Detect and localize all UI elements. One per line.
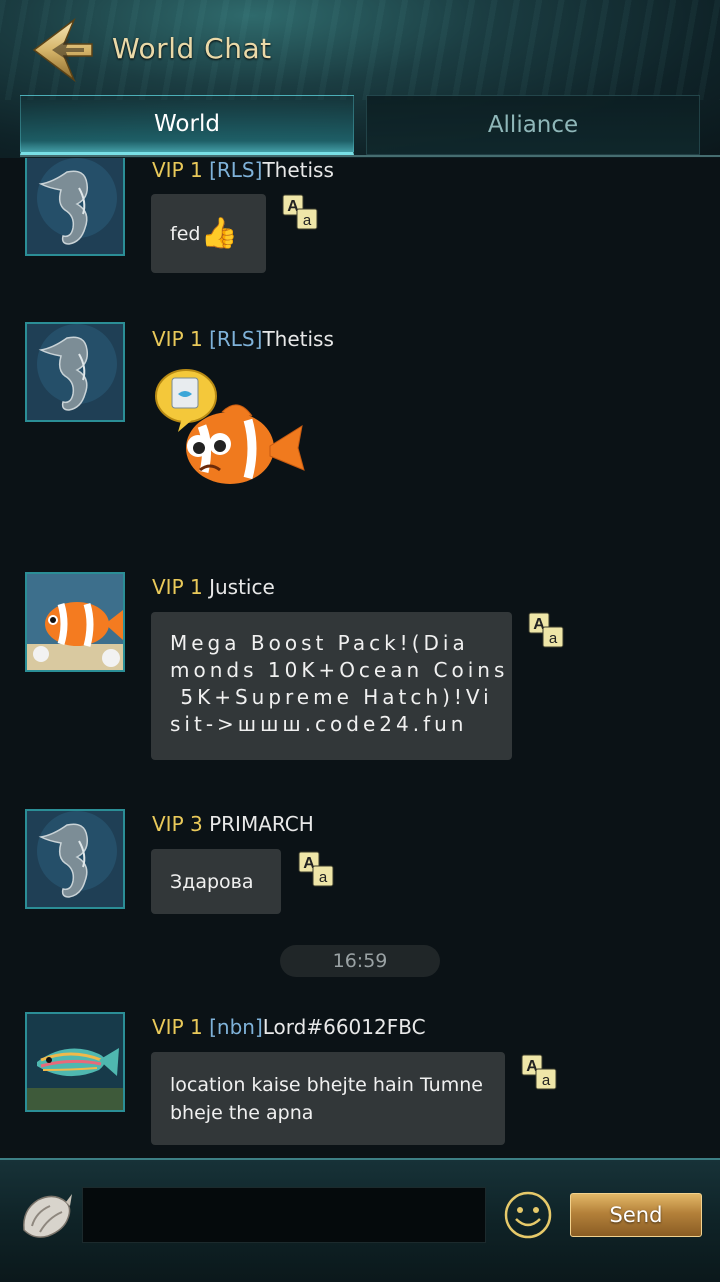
arrow-back-icon: [32, 17, 93, 83]
tab-divider: [20, 155, 720, 157]
translate-icon[interactable]: A a: [521, 1054, 557, 1090]
sender-name: Justice: [209, 575, 275, 599]
send-button[interactable]: Send: [570, 1193, 702, 1237]
alliance-tag: [nbn]: [209, 1015, 263, 1039]
tab-alliance[interactable]: Alliance: [366, 95, 700, 155]
clownfish-avatar[interactable]: [25, 572, 125, 672]
message-bubble[interactable]: fed 👍: [151, 194, 266, 273]
header-background: [0, 0, 720, 100]
message-text-line: 5K+Supreme Hatch)!Vi: [170, 685, 493, 709]
chat-input-bar: Send: [0, 1158, 720, 1282]
tab-bar: World Alliance: [20, 95, 720, 157]
chat-list[interactable]: VIP 1 [RLS]Thetiss fed 👍 A a VIP 1 [RLS]T…: [0, 158, 720, 1158]
tab-world-label: World: [154, 111, 220, 137]
sender-line: VIP 1 [nbn]Lord#66012FBC: [152, 1015, 426, 1039]
header: World Chat World Alliance: [0, 0, 720, 158]
translate-icon[interactable]: A a: [528, 612, 564, 648]
thumbs-up-emoji: 👍: [200, 216, 238, 251]
sender-name: Lord#66012FBC: [262, 1015, 426, 1039]
message-text-line: monds 10K+Ocean Coins: [170, 658, 509, 682]
svg-text:a: a: [542, 1072, 551, 1089]
seahorse-avatar[interactable]: [25, 322, 125, 422]
alliance-tag: [RLS]: [209, 327, 263, 351]
message-text: fed: [170, 222, 201, 245]
vip-level: VIP 1: [152, 327, 203, 351]
svg-text:a: a: [303, 212, 312, 229]
back-button[interactable]: [30, 17, 100, 83]
smiley-icon[interactable]: [503, 1190, 553, 1240]
message-bubble[interactable]: Здарова: [151, 849, 281, 914]
seahorse-avatar[interactable]: [25, 809, 125, 909]
translate-icon[interactable]: A a: [282, 194, 318, 230]
sender-name: PRIMARCH: [209, 812, 314, 836]
message-bubble[interactable]: location kaise bhejte hain Tumne bheje t…: [151, 1052, 505, 1145]
conch-shell-icon[interactable]: [18, 1190, 74, 1242]
message-text-line: bheje the apna: [170, 1102, 314, 1124]
translate-icon[interactable]: A a: [298, 851, 334, 887]
message-text-line: Mega Boost Pack!(Dia: [170, 631, 469, 655]
sender-line: VIP 1 [RLS]Thetiss: [152, 158, 334, 182]
message-input[interactable]: [82, 1187, 486, 1243]
seahorse-avatar[interactable]: [25, 158, 125, 256]
clownfish-sticker[interactable]: [152, 366, 312, 516]
vip-level: VIP 1: [152, 575, 203, 599]
vip-level: VIP 1: [152, 158, 203, 182]
timestamp-pill: 16:59: [280, 945, 440, 977]
alliance-tag: [RLS]: [209, 158, 263, 182]
page-title: World Chat: [112, 32, 272, 65]
timestamp: 16:59: [332, 950, 388, 972]
message-bubble[interactable]: Mega Boost Pack!(Dia monds 10K+Ocean Coi…: [151, 612, 512, 760]
message-text-line: sit->шшш.code24.fun: [170, 712, 468, 736]
vip-level: VIP 3: [152, 812, 203, 836]
wrasse-fish-avatar[interactable]: [25, 1012, 125, 1112]
tab-alliance-label: Alliance: [487, 112, 579, 138]
sender-name: Thetiss: [262, 327, 334, 351]
svg-text:a: a: [549, 630, 558, 647]
tab-world[interactable]: World: [20, 95, 354, 155]
message-text-line: location kaise bhejte hain Tumne: [170, 1074, 483, 1096]
vip-level: VIP 1: [152, 1015, 203, 1039]
sender-line: VIP 1 Justice: [152, 575, 275, 599]
sender-line: VIP 3 PRIMARCH: [152, 812, 314, 836]
sender-line: VIP 1 [RLS]Thetiss: [152, 327, 334, 351]
message-text: Здарова: [170, 870, 254, 893]
sender-name: Thetiss: [262, 158, 334, 182]
svg-text:a: a: [319, 869, 328, 886]
